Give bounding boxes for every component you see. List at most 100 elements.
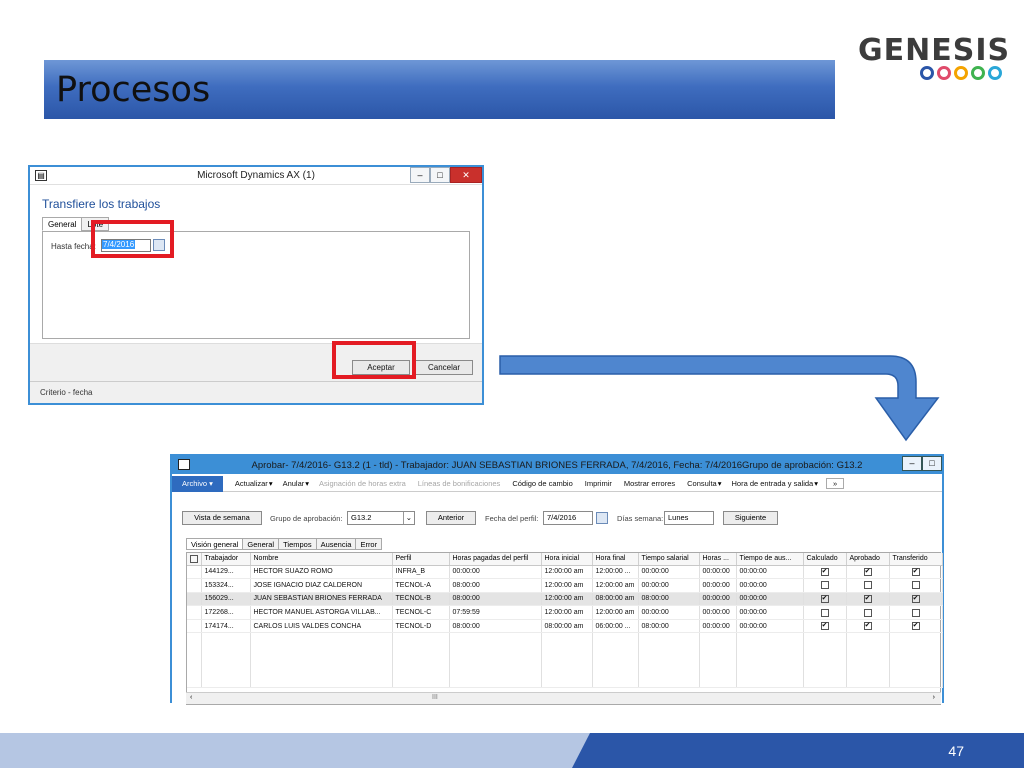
menu-item[interactable]: Actualizar bbox=[229, 479, 274, 488]
cancel-button[interactable]: Cancelar bbox=[415, 360, 473, 375]
column-header[interactable]: Hora inicial bbox=[541, 553, 593, 566]
aprobado-checkbox[interactable]: ✔ bbox=[863, 594, 872, 603]
cell-inicial: 12:00:00 am bbox=[541, 592, 593, 607]
menu-item[interactable]: Asignación de horas extra bbox=[313, 479, 412, 488]
column-header[interactable]: Trabajador bbox=[201, 553, 251, 566]
maximize-button[interactable]: □ bbox=[922, 456, 942, 471]
column-header[interactable]: Hora final bbox=[592, 553, 639, 566]
cell-salarial: 00:00:00 bbox=[638, 605, 700, 620]
table-row[interactable]: 144129... HECTOR SUAZO ROMO INFRA_B 00:00:0… bbox=[187, 565, 943, 580]
cell-nombre: JOSE IGNACIO DIAZ CALDERON bbox=[250, 578, 393, 593]
logo-rings bbox=[920, 66, 1002, 80]
tab-1[interactable]: General bbox=[242, 538, 280, 550]
row-marker[interactable] bbox=[187, 605, 202, 620]
more-icon[interactable]: » bbox=[825, 478, 845, 489]
calculado-checkbox[interactable] bbox=[820, 581, 829, 590]
action-pane: Archivo ▾ Actualizar ▾ Anular ▾ Asignación d… bbox=[172, 475, 942, 492]
menu-item[interactable]: Líneas de bonificaciones bbox=[412, 479, 507, 488]
column-header[interactable]: Horas pagadas del perfil bbox=[449, 553, 542, 566]
cell-perfil: TECNOL-A bbox=[392, 578, 450, 593]
cell-salarial: 00:00:00 bbox=[638, 565, 700, 580]
cell-transferido bbox=[889, 578, 943, 593]
row-marker[interactable] bbox=[187, 578, 202, 593]
highlight-date-box bbox=[91, 220, 174, 258]
table-row[interactable]: 156029... JUAN SEBASTIAN BRIONES FERRADA T… bbox=[187, 592, 943, 607]
column-header[interactable]: Horas ... bbox=[699, 553, 737, 566]
grid-header-row: Trabajador Nombre Perfil Horas pagadas del … bbox=[187, 553, 943, 566]
maximize-button[interactable]: □ bbox=[430, 167, 450, 183]
transferido-checkbox[interactable]: ✔ bbox=[911, 594, 920, 603]
column-header[interactable]: Nombre bbox=[250, 553, 393, 566]
close-button[interactable]: ✕ bbox=[450, 167, 482, 183]
transferido-checkbox[interactable]: ✔ bbox=[911, 567, 920, 576]
aprobado-checkbox[interactable]: ✔ bbox=[863, 622, 872, 631]
cell-perfil: INFRA_B bbox=[392, 565, 450, 580]
minimize-button[interactable]: – bbox=[902, 456, 922, 471]
row-marker[interactable] bbox=[187, 619, 202, 634]
dialog-status-bar: Criterio - fecha bbox=[30, 381, 482, 403]
calculado-checkbox[interactable]: ✔ bbox=[820, 594, 829, 603]
calculado-checkbox[interactable] bbox=[820, 608, 829, 617]
scroll-right-icon[interactable]: › bbox=[933, 694, 935, 701]
tab-4[interactable]: Error bbox=[355, 538, 383, 550]
tab-0[interactable]: Visión general bbox=[186, 538, 244, 550]
select-all-checkbox[interactable] bbox=[187, 553, 202, 566]
cell-aus: 00:00:00 bbox=[736, 565, 804, 580]
table-row[interactable]: 153324... JOSE IGNACIO DIAZ CALDERON TECNO… bbox=[187, 578, 943, 593]
table-row[interactable]: 172268... HECTOR MANUEL ASTORGA VILLAB...… bbox=[187, 605, 943, 620]
anterior-button[interactable]: Anterior bbox=[426, 511, 476, 525]
checkbox-icon[interactable] bbox=[190, 554, 198, 563]
tab-3[interactable]: Ausencia bbox=[315, 538, 357, 550]
transferido-checkbox[interactable] bbox=[911, 581, 920, 590]
cell-aus: 00:00:00 bbox=[736, 619, 804, 634]
cell-calculado bbox=[803, 605, 847, 620]
aprobado-checkbox[interactable] bbox=[863, 608, 872, 617]
cell-horas2: 00:00:00 bbox=[699, 565, 737, 580]
row-marker[interactable] bbox=[187, 592, 202, 607]
table-row[interactable]: 174174... CARLOS LUIS VALDES CONCHA TECNOL… bbox=[187, 619, 943, 634]
dias-semana-input[interactable]: Lunes bbox=[664, 511, 714, 525]
menu-item[interactable]: Hora de entrada y salida bbox=[726, 479, 820, 488]
menu-archivo[interactable]: Archivo ▾ bbox=[172, 475, 223, 492]
transferido-checkbox[interactable] bbox=[911, 608, 920, 617]
cell-perfil: TECNOL-C bbox=[392, 605, 450, 620]
calendar-icon[interactable] bbox=[596, 512, 608, 524]
column-header[interactable]: Calculado bbox=[803, 553, 847, 566]
logo-ring bbox=[988, 66, 1002, 80]
vista-semana-button[interactable]: Vista de semana bbox=[182, 511, 262, 525]
hasta-fecha-label: Hasta fecha: bbox=[51, 242, 96, 251]
fecha-perfil-input[interactable]: 7/4/2016 bbox=[543, 511, 593, 525]
transferido-checkbox[interactable]: ✔ bbox=[911, 622, 920, 631]
minimize-button[interactable]: – bbox=[410, 167, 430, 183]
calculado-checkbox[interactable]: ✔ bbox=[820, 567, 829, 576]
dialog-titlebar: ▤ Microsoft Dynamics AX (1) – □ ✕ bbox=[30, 167, 482, 185]
row-marker[interactable] bbox=[187, 565, 202, 580]
cell-transferido bbox=[889, 605, 943, 620]
tab-2[interactable]: Tiempos bbox=[278, 538, 317, 550]
menu-item[interactable]: Imprimir bbox=[579, 479, 618, 488]
menu-item[interactable]: Código de cambio bbox=[506, 479, 578, 488]
aprobado-checkbox[interactable] bbox=[863, 581, 872, 590]
siguiente-button[interactable]: Siguiente bbox=[723, 511, 778, 525]
scroll-thumb[interactable]: III bbox=[432, 694, 438, 701]
grupo-select[interactable]: G13.2 ⌄ bbox=[347, 511, 415, 525]
tab-general[interactable]: General bbox=[42, 217, 83, 231]
horizontal-scrollbar[interactable]: ‹ III › bbox=[186, 692, 941, 704]
menu-item[interactable]: Mostrar errores bbox=[618, 479, 681, 488]
cell-calculado: ✔ bbox=[803, 619, 847, 634]
menu-item[interactable]: Consulta bbox=[681, 479, 723, 488]
aprobado-checkbox[interactable]: ✔ bbox=[863, 567, 872, 576]
cell-trabajador: 153324... bbox=[201, 578, 251, 593]
column-header[interactable]: Perfil bbox=[392, 553, 450, 566]
column-header[interactable]: Transferido bbox=[889, 553, 943, 566]
cell-horas2: 00:00:00 bbox=[699, 592, 737, 607]
cell-trabajador: 174174... bbox=[201, 619, 251, 634]
calculado-checkbox[interactable]: ✔ bbox=[820, 622, 829, 631]
column-header[interactable]: Tiempo de aus... bbox=[736, 553, 804, 566]
column-header[interactable]: Tiempo salarial bbox=[638, 553, 700, 566]
cell-nombre: JUAN SEBASTIAN BRIONES FERRADA bbox=[250, 592, 393, 607]
scroll-left-icon[interactable]: ‹ bbox=[190, 694, 192, 701]
cell-final: 12:00:00 ... bbox=[592, 565, 639, 580]
cell-aprobado bbox=[846, 605, 890, 620]
column-header[interactable]: Aprobado bbox=[846, 553, 890, 566]
